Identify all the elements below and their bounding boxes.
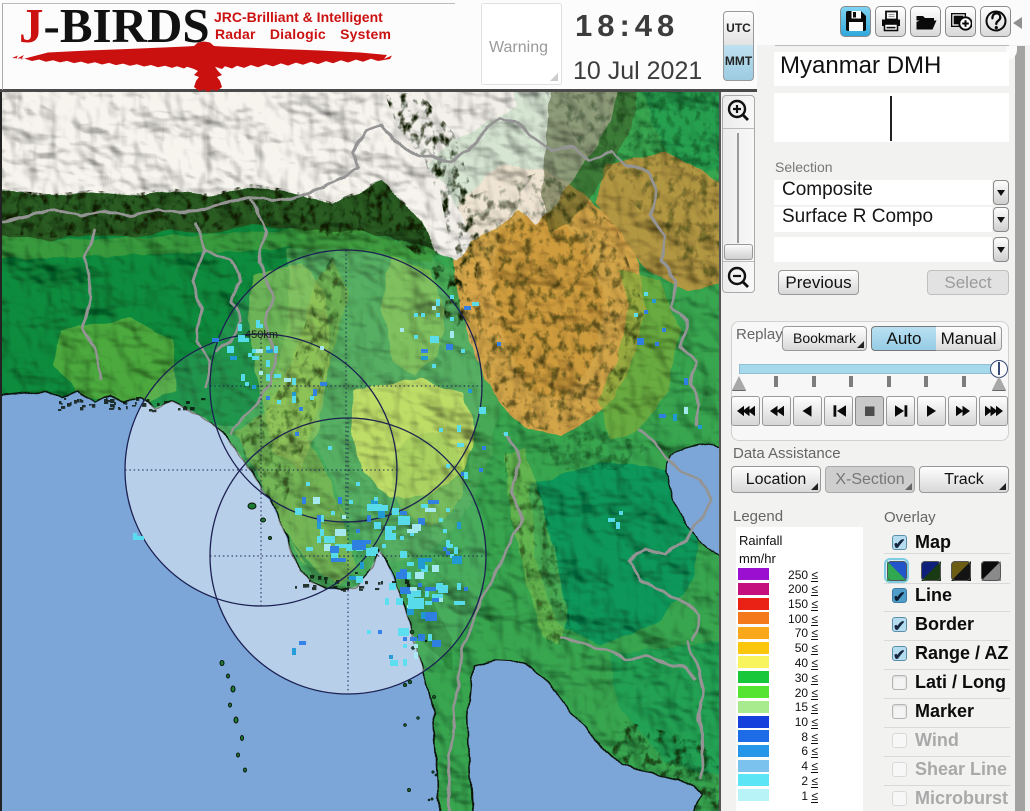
svg-text:450km: 450km: [245, 329, 278, 341]
